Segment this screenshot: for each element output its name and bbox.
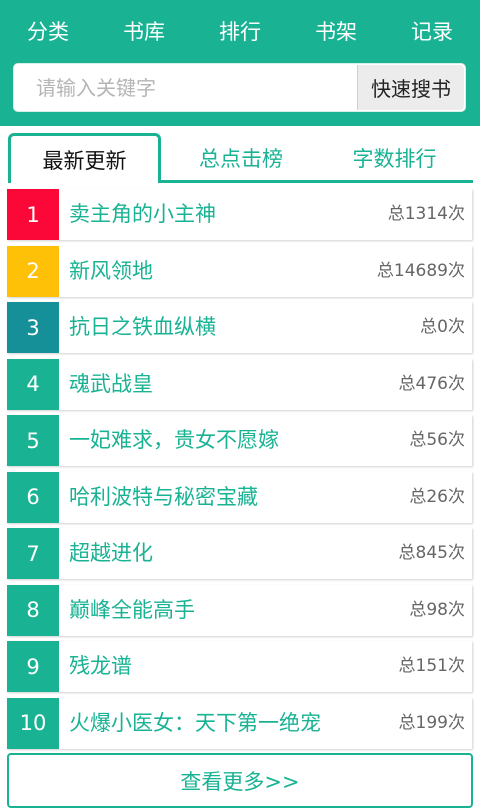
book-row[interactable]: 8 巅峰全能高手 总98次 (7, 584, 472, 636)
book-title[interactable]: 巅峰全能高手 (69, 585, 195, 636)
book-title[interactable]: 哈利波特与秘密宝藏 (69, 472, 258, 523)
book-title[interactable]: 一妃难求，贵女不愿嫁 (69, 415, 279, 466)
nav-item-library[interactable]: 书库 (96, 0, 192, 62)
rank-badge: 10 (7, 697, 59, 749)
book-row[interactable]: 4 魂武战皇 总476次 (7, 358, 472, 410)
top-nav: 分类 书库 排行 书架 记录 (0, 0, 480, 62)
rank-badge: 8 (7, 584, 59, 636)
click-count: 总199次 (398, 712, 465, 733)
nav-item-ranking[interactable]: 排行 (192, 0, 288, 62)
rank-badge: 2 (7, 245, 59, 297)
book-title[interactable]: 抗日之铁血纵横 (69, 302, 216, 353)
rank-badge: 1 (7, 189, 59, 240)
book-title[interactable]: 火爆小医女：天下第一绝宠 (69, 698, 321, 749)
nav-item-category[interactable]: 分类 (0, 0, 96, 62)
search-bar: 快速搜书 (13, 63, 466, 112)
book-row[interactable]: 7 超越进化 总845次 (7, 528, 472, 579)
book-title[interactable]: 卖主角的小主神 (69, 189, 216, 240)
book-title[interactable]: 超越进化 (69, 528, 153, 579)
tab-total-clicks[interactable]: 总点击榜 (166, 133, 316, 183)
click-count: 总26次 (409, 486, 465, 507)
click-count: 总1314次 (387, 204, 465, 224)
search-input[interactable] (14, 64, 358, 111)
click-count: 总0次 (420, 317, 465, 337)
click-count: 总151次 (398, 656, 465, 676)
book-list: 1 卖主角的小主神 总1314次 2 新风领地 总14689次 3 抗日之铁血纵横 总0次 4 魂武… (7, 189, 472, 754)
book-title[interactable]: 残龙谱 (69, 641, 132, 692)
book-title[interactable]: 新风领地 (69, 246, 153, 297)
book-row[interactable]: 9 残龙谱 总151次 (7, 641, 472, 692)
book-title[interactable]: 魂武战皇 (69, 359, 153, 410)
rank-badge: 4 (7, 358, 59, 410)
nav-item-history[interactable]: 记录 (384, 0, 480, 62)
book-row[interactable]: 3 抗日之铁血纵横 总0次 (7, 302, 472, 353)
click-count: 总56次 (409, 430, 465, 450)
rank-badge: 9 (7, 641, 59, 692)
book-row[interactable]: 5 一妃难求，贵女不愿嫁 总56次 (7, 415, 472, 466)
book-row[interactable]: 6 哈利波特与秘密宝藏 总26次 (7, 471, 472, 523)
rank-badge: 7 (7, 528, 59, 579)
click-count: 总845次 (398, 543, 465, 563)
book-row[interactable]: 10 火爆小医女：天下第一绝宠 总199次 (7, 697, 472, 749)
app-header: 分类 书库 排行 书架 记录 快速搜书 (0, 0, 480, 126)
nav-item-bookshelf[interactable]: 书架 (288, 0, 384, 62)
search-button[interactable]: 快速搜书 (357, 65, 464, 110)
rank-badge: 3 (7, 302, 59, 353)
rank-badge: 6 (7, 471, 59, 523)
tab-word-count[interactable]: 字数排行 (316, 133, 473, 183)
click-count: 总14689次 (376, 260, 465, 281)
click-count: 总98次 (409, 599, 465, 620)
click-count: 总476次 (398, 373, 465, 394)
ranking-tabs: 最新更新 总点击榜 字数排行 (8, 133, 473, 183)
tab-latest-update[interactable]: 最新更新 (8, 133, 161, 183)
book-row[interactable]: 2 新风领地 总14689次 (7, 245, 472, 297)
book-row[interactable]: 1 卖主角的小主神 总1314次 (7, 189, 472, 240)
rank-badge: 5 (7, 415, 59, 466)
